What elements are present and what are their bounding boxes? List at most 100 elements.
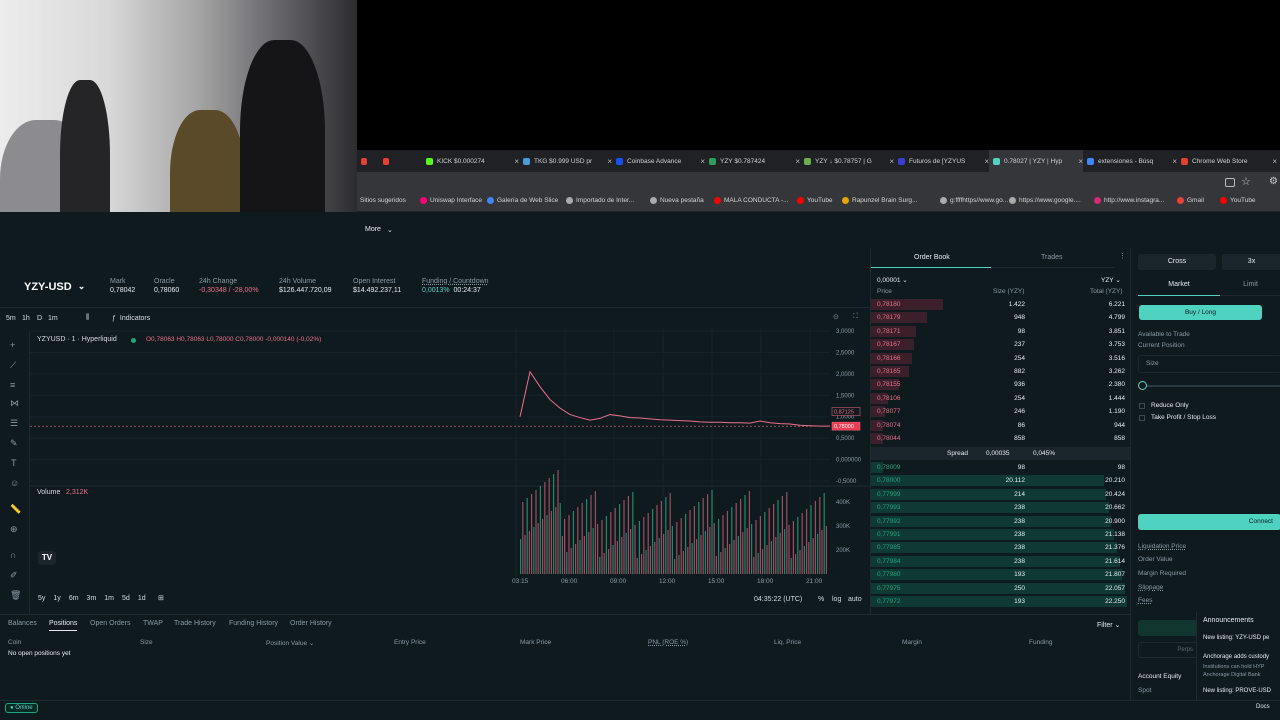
bookmark-item[interactable]: Sitios sugeridos (360, 197, 406, 204)
zoom-icon[interactable]: ⊕ (10, 524, 18, 535)
range-button[interactable]: 5d (122, 595, 130, 602)
bid-row[interactable]: 0,77972 193 22.250 (871, 595, 1131, 608)
extensions-icon[interactable]: ⚙ (1269, 176, 1278, 187)
size-slider[interactable] (1143, 385, 1280, 387)
positions-column-header[interactable]: Position Value ⌄ (266, 639, 314, 647)
range-button[interactable]: 3m (87, 595, 97, 602)
bookmark-item[interactable]: Uniswap Interface (420, 197, 482, 204)
bid-row[interactable]: 0,77975 250 22.057 (871, 582, 1131, 595)
interval-5m[interactable]: 5m (6, 315, 16, 322)
unit-select[interactable]: YZY ⌄ (1101, 276, 1121, 284)
kebab-icon[interactable]: ⋮ (1119, 252, 1126, 260)
size-input[interactable]: Size (1138, 355, 1280, 373)
price-chart[interactable]: 3,00002,50002,00001,50001,00000,50000,00… (30, 328, 870, 614)
tab-market[interactable]: Market (1138, 278, 1220, 296)
ask-row[interactable]: 0,78180 1.422 6.221 (871, 298, 1131, 311)
lock-draw-icon[interactable]: ✐ (10, 570, 18, 581)
crosshair-icon[interactable]: + (10, 340, 15, 350)
bid-row[interactable]: 0,77984 238 21.614 (871, 555, 1131, 568)
ask-row[interactable]: 0,78165 882 3.262 (871, 365, 1131, 378)
docs-link[interactable]: Docs (1256, 704, 1270, 710)
bookmark-item[interactable]: YouTube (1220, 197, 1256, 204)
tab-pinned-1[interactable] (379, 150, 389, 172)
tab-trades[interactable]: Trades (991, 248, 1115, 268)
interval-d[interactable]: D (37, 315, 42, 322)
reduce-only-checkbox[interactable] (1139, 403, 1145, 409)
magnet-icon[interactable]: ∩ (10, 550, 16, 560)
announcement-item[interactable]: New listing: YZY-USD pe (1203, 635, 1269, 641)
ask-row[interactable]: 0,78155 936 2.380 (871, 378, 1131, 391)
positions-tab[interactable]: Balances (8, 620, 37, 627)
connect-button[interactable]: Connect (1138, 514, 1280, 530)
horizontal-lines-icon[interactable]: ≡ (10, 380, 15, 390)
bid-row[interactable]: 0,77999 214 20.424 (871, 488, 1131, 501)
ask-row[interactable]: 0,78171 98 3.851 (871, 325, 1131, 338)
ask-row[interactable]: 0,78044 858 858 (871, 432, 1131, 445)
emoji-icon[interactable]: ☺ (10, 478, 19, 488)
tab-limit[interactable]: Limit (1220, 278, 1280, 296)
announcement-item[interactable]: Anchorage adds custody (1203, 654, 1269, 660)
bid-row[interactable]: 0,78009 98 98 (871, 461, 1131, 474)
range-button[interactable]: 1y (53, 595, 60, 602)
range-button[interactable]: 6m (69, 595, 79, 602)
date-range-icon[interactable]: ⊞ (158, 594, 164, 602)
leverage-button[interactable]: 3x (1222, 254, 1280, 270)
ask-row[interactable]: 0,78179 948 4.799 (871, 311, 1131, 324)
range-button[interactable]: 1d (138, 595, 146, 602)
ruler-icon[interactable]: 📏 (10, 504, 21, 515)
positions-tab[interactable]: TWAP (143, 620, 163, 627)
browser-tab[interactable]: extensiones - Búsq × (1083, 150, 1177, 172)
bookmark-item[interactable]: Galería de Web Slice (487, 197, 558, 204)
bookmark-item[interactable]: http://www.instagra... (1094, 197, 1164, 204)
announcement-item[interactable]: New listing: PROVE-USD (1203, 688, 1271, 694)
log-toggle[interactable]: log (832, 596, 841, 603)
filter-dropdown[interactable]: Filter ⌄ (1097, 621, 1120, 629)
screenshot-icon[interactable]: ⊙ (833, 313, 839, 321)
bid-row[interactable]: 0,78000 20.112 20.210 (871, 474, 1131, 487)
browser-tab[interactable]: Coinbase Advance × (612, 150, 705, 172)
browser-tab[interactable]: TKG $0.999 USD pr × (519, 150, 612, 172)
browser-tab[interactable]: YZY $0.787424 × (705, 150, 800, 172)
percent-toggle[interactable]: % (818, 596, 824, 603)
auto-toggle[interactable]: auto (848, 596, 862, 603)
trendline-icon[interactable]: ⟋ (10, 360, 16, 371)
positions-tab[interactable]: Open Orders (90, 620, 130, 627)
more-menu[interactable]: More ⌄ (365, 226, 393, 234)
ask-row[interactable]: 0,78074 86 944 (871, 419, 1131, 432)
browser-tab[interactable]: KICK $0.000274 × (422, 150, 519, 172)
range-button[interactable]: 1m (104, 595, 114, 602)
positions-tab[interactable]: Positions (49, 620, 78, 631)
positions-tab[interactable]: Trade History (174, 620, 216, 627)
close-tab-icon[interactable]: × (1272, 157, 1277, 166)
browser-tab[interactable]: Chrome Web Store × (1177, 150, 1277, 172)
tab-order-book[interactable]: Order Book (871, 248, 991, 268)
browser-tab[interactable]: Futuros de [YZYUS × (894, 150, 989, 172)
positions-tab[interactable]: Order History (290, 620, 332, 627)
candle-type-icon[interactable]: ⫼ (86, 314, 89, 322)
symbol-selector[interactable]: YZY-USD ⌄ (24, 281, 85, 293)
range-button[interactable]: 5y (38, 595, 45, 602)
bid-row[interactable]: 0,77985 238 21.376 (871, 541, 1131, 554)
bookmark-item[interactable]: Importado de Inter... (566, 197, 634, 204)
bookmark-item[interactable]: MALA CONDUCTA -... (714, 197, 789, 204)
positions-tab[interactable]: Funding History (229, 620, 278, 627)
bookmark-item[interactable]: Rapunzel Brain Surg... (842, 197, 917, 204)
bookmark-item[interactable]: g:ffffhttps//www.go... (940, 197, 1008, 204)
deposit-button[interactable] (1138, 620, 1198, 636)
browser-tab[interactable]: 0.78027 | YZY | Hyp × (989, 150, 1083, 172)
bookmark-item[interactable]: Gmail (1177, 197, 1204, 204)
ask-row[interactable]: 0,78077 246 1.190 (871, 405, 1131, 418)
browser-tab[interactable]: YZY ↓ $0.78757 | G × (800, 150, 894, 172)
bookmark-item[interactable]: Nueva pestaña (650, 197, 704, 204)
ask-row[interactable]: 0,78106 254 1.444 (871, 392, 1131, 405)
bid-row[interactable]: 0,77980 193 21.807 (871, 568, 1131, 581)
trash-icon[interactable]: 🗑 (10, 590, 21, 601)
bookmark-star-icon[interactable]: ☆ (1241, 175, 1251, 188)
pattern-icon[interactable]: ⋈ (10, 398, 19, 409)
brush-icon[interactable]: ✎ (10, 438, 18, 449)
bookmark-item[interactable]: YouTube (797, 197, 833, 204)
bid-row[interactable]: 0,77992 238 20.900 (871, 515, 1131, 528)
slider-handle[interactable] (1138, 381, 1147, 390)
fib-icon[interactable]: ☰ (10, 418, 18, 429)
interval-1h[interactable]: 1h (22, 315, 30, 322)
